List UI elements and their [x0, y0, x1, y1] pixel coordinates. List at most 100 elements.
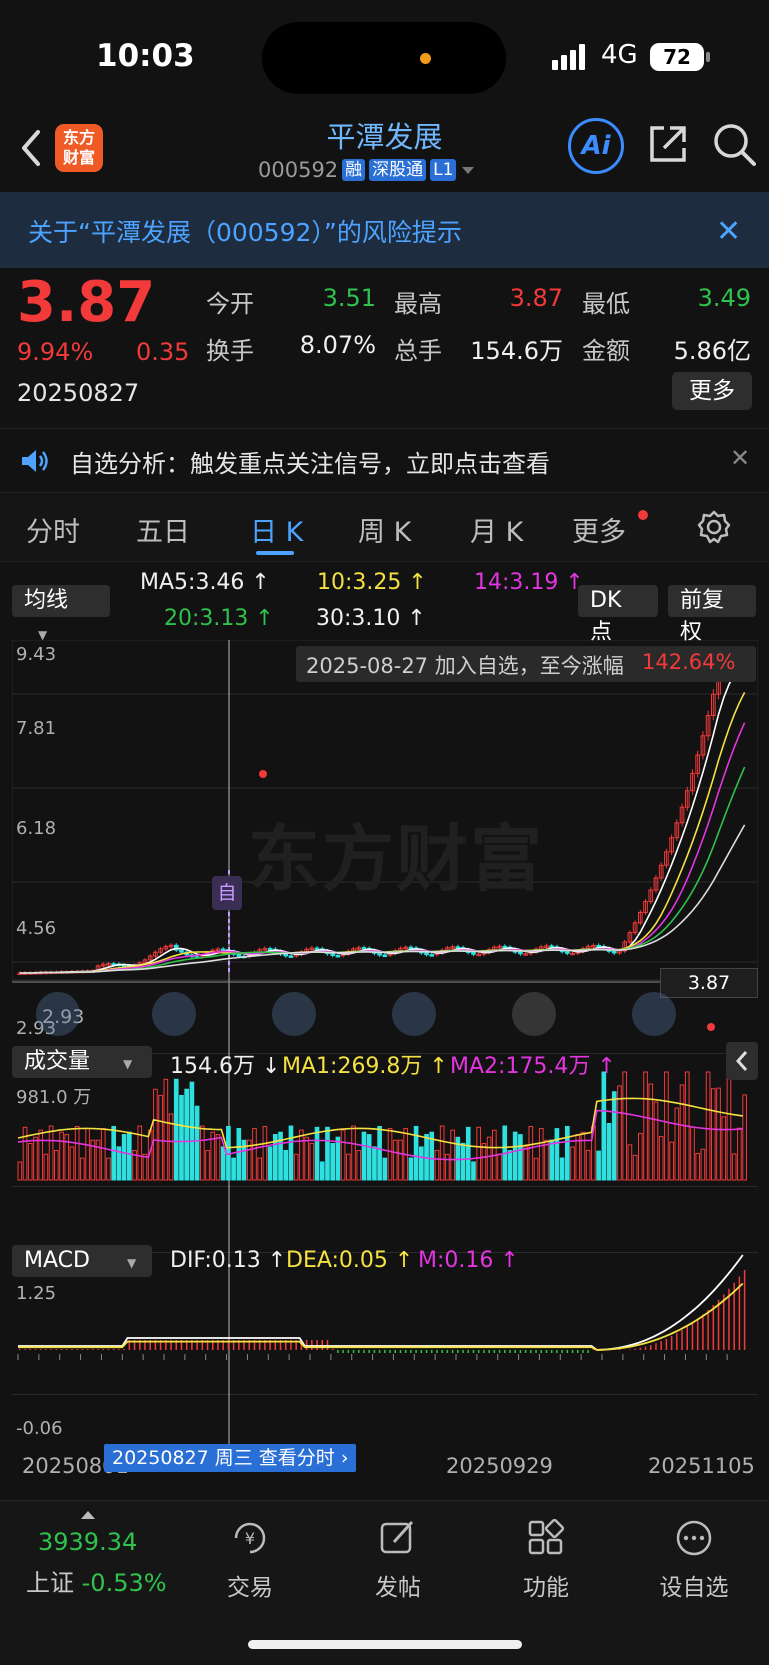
nav-post[interactable]: 发帖 [338, 1518, 458, 1602]
divider [0, 428, 769, 429]
zoom-in-button[interactable] [272, 992, 316, 1036]
volume-bar [695, 1152, 701, 1181]
macd-selector[interactable]: MACD ▼ [12, 1245, 152, 1277]
volume-bar [554, 1128, 560, 1181]
search-icon[interactable] [712, 122, 758, 168]
macd-dif: DIF:0.13 ↑ [170, 1248, 287, 1273]
indicator-selector[interactable]: 均线 ▼ [12, 585, 110, 642]
stock-code-row[interactable]: 000592 融 深股通 L1 [258, 158, 476, 182]
ai-button[interactable]: Ai [568, 118, 624, 174]
volume-bar [173, 1078, 179, 1181]
tab-daily-k[interactable]: 日 K [250, 510, 303, 549]
volume-bar [184, 1088, 190, 1181]
battery-icon: 72 [650, 43, 704, 71]
volume-bar [606, 1122, 612, 1181]
volume-bar [22, 1126, 28, 1181]
share-icon[interactable] [646, 122, 690, 166]
battery-tip [706, 52, 710, 62]
volume-bar [252, 1128, 257, 1181]
tab-weekly-k[interactable]: 周 K [358, 510, 411, 549]
trade-icon: ¥ [234, 1522, 266, 1554]
close-icon[interactable]: ✕ [716, 214, 741, 249]
nav-functions[interactable]: 功能 [486, 1518, 606, 1602]
more-button[interactable]: 更多 [672, 372, 752, 410]
volume-bar [528, 1125, 534, 1181]
volume-bars [17, 1071, 747, 1181]
volume-bar [507, 1150, 513, 1181]
volume-y-top: 981.0 万 [16, 1087, 92, 1108]
candle-body [377, 952, 382, 956]
adjust-button[interactable]: 前复权 [668, 585, 756, 645]
index-row[interactable]: 上证 -0.53% [26, 1563, 167, 1598]
macd-selector-label: MACD [24, 1248, 90, 1273]
volume-bar [69, 1146, 75, 1181]
volume-selector[interactable]: 成交量 ▼ [12, 1046, 152, 1078]
close-icon[interactable]: ✕ [730, 444, 750, 472]
turnover-value: 8.07% [299, 331, 376, 359]
fullscreen-button[interactable] [632, 992, 676, 1036]
tag-level: L1 [430, 159, 457, 181]
risk-text[interactable]: 关于“平潭发展（000592）”的风险提示 [28, 213, 462, 249]
watch-marker[interactable]: 自 [212, 876, 242, 910]
index-value[interactable]: 3939.34 [38, 1528, 137, 1556]
ma30-value: 30:3.10 ↑ [316, 606, 426, 631]
volume-bar [742, 1094, 747, 1181]
volume-bar [262, 1125, 268, 1181]
gear-icon[interactable] [697, 510, 731, 544]
volume-bar [54, 1150, 59, 1181]
low-value: 3.49 [697, 284, 751, 312]
stock-code: 000592 [258, 158, 339, 182]
candle-body [471, 951, 476, 955]
volume-bar [38, 1129, 44, 1181]
volume-bar [398, 1139, 403, 1181]
cursor-date-label: 20250827 周三 查看分时 [112, 1447, 335, 1469]
volume-bar [340, 1129, 346, 1181]
volume-bar [596, 1150, 601, 1181]
volume-bar [460, 1142, 466, 1181]
nav-trade[interactable]: ¥ 交易 [190, 1518, 310, 1602]
volume-bar [445, 1153, 450, 1181]
volume-bar [163, 1078, 169, 1181]
caret-down-icon: ▼ [126, 1256, 137, 1270]
cursor-date-button[interactable]: 20250827 周三 查看分时 › [104, 1444, 357, 1472]
volume-current: 154.6万 ↓ [170, 1054, 281, 1079]
volume-bar [220, 1146, 226, 1181]
chevron-right-icon: › [340, 1447, 349, 1469]
candle-body [335, 954, 341, 958]
change-percent: 9.94% [17, 338, 94, 366]
scroll-left-button[interactable] [36, 992, 80, 1036]
volume-bar [721, 1116, 727, 1181]
volume-bar [48, 1125, 54, 1181]
tab-more[interactable]: 更多 [572, 510, 626, 549]
dk-point-button[interactable]: DK 点 [578, 585, 658, 645]
previous-button[interactable] [392, 992, 436, 1036]
candle-body [179, 949, 184, 953]
tab-five-day[interactable]: 五日 [136, 510, 190, 549]
watchlist-hint-text: 2025-08-27 加入自选，至今涨幅 [306, 654, 624, 678]
volume-bar [351, 1125, 356, 1181]
x-label-mid: 20250929 [446, 1454, 553, 1478]
tab-monthly-k[interactable]: 月 K [470, 510, 523, 549]
volume-bar [194, 1105, 200, 1181]
nav-add-watchlist-label: 设自选 [659, 1575, 729, 1601]
volume-bar [700, 1148, 706, 1181]
volume-bar [486, 1136, 492, 1181]
tag-margin: 融 [342, 159, 366, 181]
zoom-out-button[interactable] [152, 992, 196, 1036]
volume-bar [392, 1139, 398, 1181]
last-price: 3.87 [17, 270, 156, 335]
next-button[interactable] [512, 992, 556, 1036]
caret-up-icon[interactable] [80, 1510, 96, 1520]
caret-down-icon: ▼ [123, 1057, 133, 1071]
tab-intraday[interactable]: 分时 [26, 510, 80, 549]
analysis-text[interactable]: 自选分析：触发重点关注信号，立即点击查看 [70, 444, 550, 479]
edit-icon [380, 1520, 414, 1554]
volume-bar [121, 1134, 127, 1181]
volume-selector-label: 成交量 [24, 1049, 91, 1074]
collapse-panel-button[interactable] [726, 1042, 758, 1080]
volume-bar [408, 1157, 414, 1181]
buy-signal-dot [259, 770, 267, 778]
nav-add-watchlist[interactable]: 设自选 [634, 1518, 754, 1602]
volume-bar [716, 1087, 721, 1181]
nav-trade-label: 交易 [227, 1575, 273, 1601]
